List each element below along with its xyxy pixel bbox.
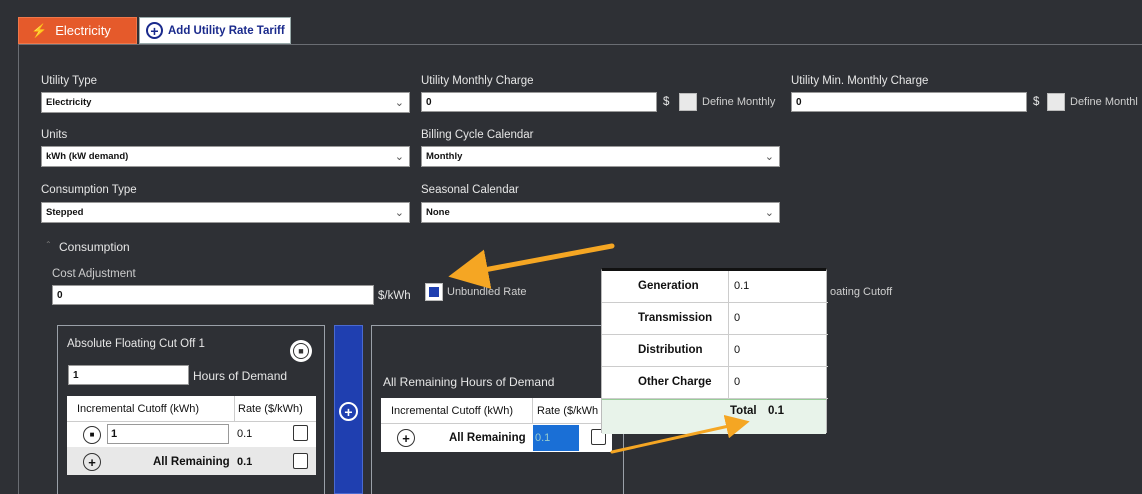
- annotation-arrows: [448, 243, 750, 454]
- arrow-to-checkbox: [448, 243, 615, 289]
- arrow-to-total: [610, 414, 750, 454]
